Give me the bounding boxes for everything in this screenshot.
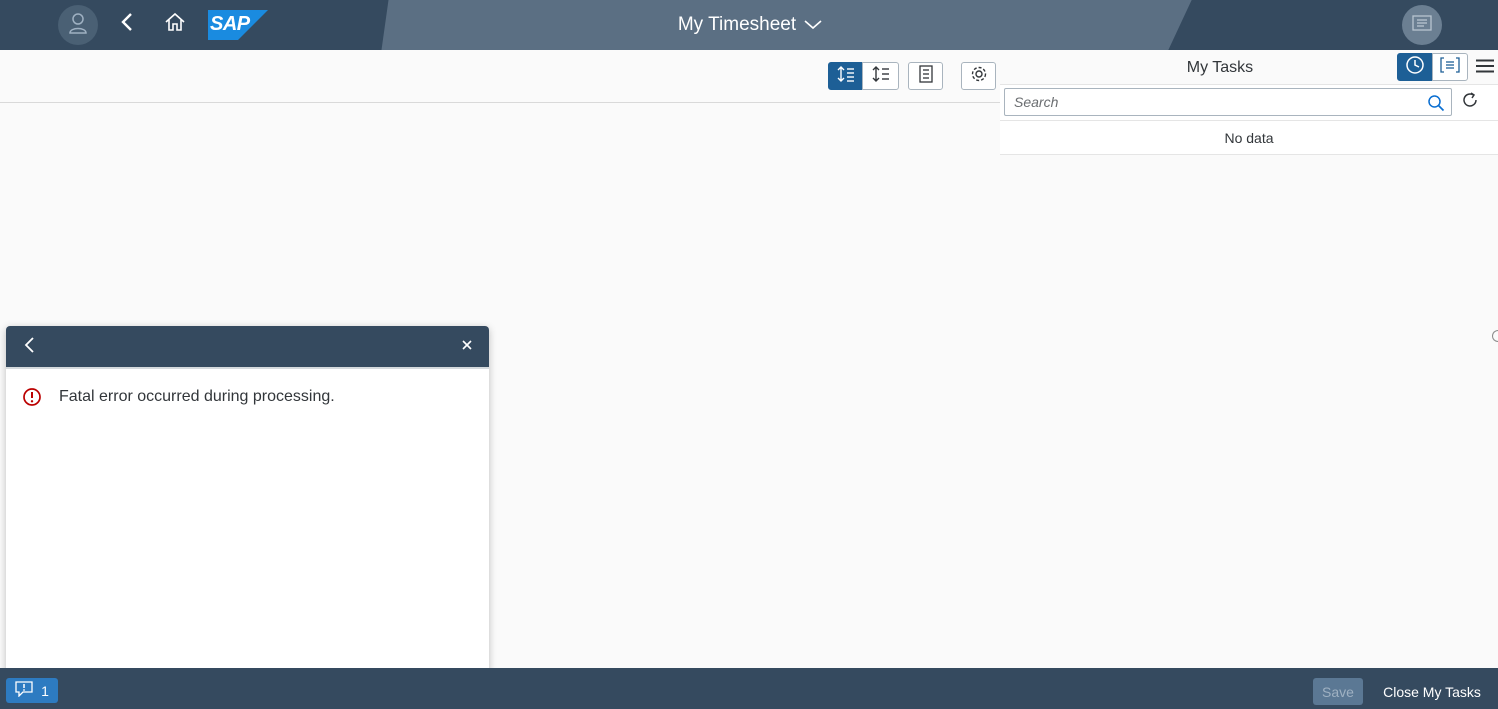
expand-rows-button[interactable]	[828, 62, 863, 90]
error-message-text: Fatal error occurred during processing.	[59, 388, 335, 405]
back-icon	[23, 336, 35, 359]
menu-icon	[1476, 59, 1494, 78]
refresh-button[interactable]	[1458, 90, 1482, 114]
home-icon	[164, 12, 186, 37]
message-count-button[interactable]: 1	[6, 678, 58, 703]
app-title-menu[interactable]: My Timesheet	[560, 0, 940, 50]
notifications-button[interactable]	[1402, 5, 1442, 45]
back-icon	[120, 12, 134, 37]
message-popover: Fatal error occurred during processing.	[6, 326, 489, 677]
close-icon	[461, 338, 473, 356]
tasks-no-data: No data	[1000, 120, 1498, 155]
panel-resize-handle[interactable]	[1492, 330, 1498, 342]
my-tasks-title: My Tasks	[1186, 58, 1254, 76]
clock-icon	[1405, 55, 1425, 80]
message-popover-header	[6, 326, 489, 369]
document-list-icon	[1440, 56, 1460, 78]
tasks-search-field[interactable]	[1004, 88, 1452, 116]
expand-rows-icon	[837, 65, 855, 88]
search-icon[interactable]	[1427, 94, 1445, 112]
chevron-down-icon	[804, 14, 822, 36]
settings-icon	[970, 65, 988, 88]
popover-close-button[interactable]	[454, 334, 480, 360]
sap-logo[interactable]: SAP	[208, 10, 268, 40]
sap-logo-text: SAP	[210, 13, 250, 35]
collapse-rows-icon	[872, 65, 890, 88]
user-avatar-button[interactable]	[58, 5, 98, 45]
close-my-tasks-button[interactable]: Close My Tasks	[1372, 678, 1492, 705]
tasks-menu-button[interactable]	[1472, 55, 1498, 81]
shell-header: SAP My Timesheet	[0, 0, 1498, 50]
save-button[interactable]: Save	[1313, 678, 1363, 705]
recent-tasks-button[interactable]	[1397, 53, 1433, 81]
error-icon	[22, 387, 42, 407]
error-message-item: Fatal error occurred during processing.	[22, 384, 472, 410]
home-button[interactable]	[160, 9, 190, 39]
list-view-icon	[918, 64, 934, 88]
my-tasks-panel: My Tasks No data	[1000, 50, 1498, 155]
page-footer: 1 Save Close My Tasks	[0, 668, 1498, 709]
back-button[interactable]	[112, 9, 142, 39]
collapse-rows-button[interactable]	[862, 62, 899, 90]
tasks-search-input[interactable]	[1005, 89, 1420, 115]
list-view-button[interactable]	[908, 62, 943, 90]
my-tasks-header: My Tasks	[1000, 50, 1498, 85]
message-popover-icon	[15, 681, 33, 700]
settings-button[interactable]	[961, 62, 996, 90]
refresh-icon	[1461, 91, 1479, 114]
notifications-icon	[1412, 14, 1432, 36]
popover-back-button[interactable]	[16, 334, 42, 360]
timesheet-toolbar	[0, 50, 1000, 103]
task-list-button[interactable]	[1432, 53, 1468, 81]
message-count: 1	[41, 682, 49, 699]
user-icon	[68, 12, 88, 39]
app-title: My Timesheet	[677, 14, 797, 35]
